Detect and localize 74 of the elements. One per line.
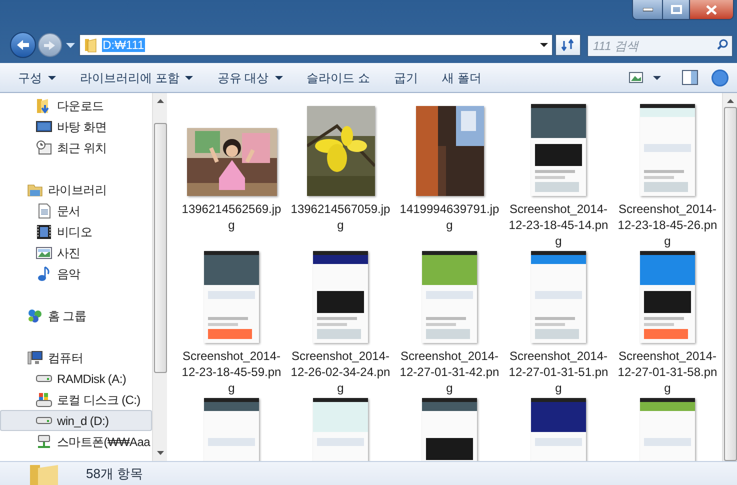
nav-item[interactable]: 로컬 디스크 (C:)	[0, 389, 152, 410]
music-note-icon	[36, 266, 52, 282]
nav-item[interactable]: 바탕 화면	[0, 116, 152, 137]
nav-item[interactable]: 음악	[0, 263, 152, 284]
nav-item[interactable]: RAMDisk (A:)	[0, 368, 152, 389]
scroll-up-icon[interactable]	[156, 99, 164, 103]
file-name[interactable]: Screenshot_2014-12-26-02-34-24.png	[290, 348, 391, 396]
close-button[interactable]	[689, 0, 733, 19]
minimize-icon	[642, 8, 652, 12]
drive-icon	[36, 417, 52, 424]
folder-icon	[84, 37, 98, 53]
nav-item[interactable]: 컴퓨터	[0, 347, 152, 368]
monitor-icon	[36, 118, 52, 134]
help-icon	[711, 68, 729, 86]
nav-item[interactable]: 문서	[0, 200, 152, 221]
maximize-button[interactable]	[662, 0, 689, 19]
film-icon	[36, 224, 52, 240]
menu-button[interactable]: 공유 대상	[209, 66, 291, 88]
file-name[interactable]: Screenshot_2014-12-27-01-31-42.png	[399, 348, 500, 396]
file-name[interactable]: 1396214562569.jpg	[181, 201, 282, 249]
toolbar-button[interactable]: 굽기	[386, 66, 426, 88]
scroll-down-icon[interactable]	[156, 451, 164, 455]
history-dropdown-icon[interactable]	[66, 42, 75, 48]
network-drive-icon	[36, 434, 52, 450]
back-arrow-icon	[16, 39, 30, 51]
file-name[interactable]: Screenshot_2014-12-23-18-45-59.png	[181, 348, 282, 396]
picture-icon	[36, 244, 52, 260]
dots-icon	[27, 308, 43, 324]
document-icon	[36, 202, 52, 218]
search-field[interactable]: 111 검색	[587, 35, 734, 57]
menu-button[interactable]: 구성	[10, 66, 64, 88]
refresh-button[interactable]	[555, 34, 582, 56]
scrollbar-thumb[interactable]	[724, 107, 736, 461]
clock-icon	[36, 140, 52, 156]
minimize-button[interactable]	[633, 0, 662, 19]
help-button[interactable]	[711, 66, 729, 88]
file-name[interactable]: Screenshot_2014-12-27-01-31-51.png	[508, 348, 609, 396]
drive-icon	[36, 392, 52, 408]
sidebar-scrollbar[interactable]	[152, 93, 167, 461]
nav-item[interactable]: 다운로드	[0, 95, 152, 116]
close-icon	[706, 4, 717, 14]
nav-item[interactable]: 홈 그룹	[0, 305, 152, 326]
maximize-icon	[670, 5, 682, 14]
caret-icon	[653, 76, 661, 80]
item-count: 58개 항목	[86, 464, 144, 483]
nav-item[interactable]: 사진	[0, 242, 152, 263]
refresh-icon	[561, 39, 576, 51]
forward-button[interactable]	[38, 33, 62, 57]
nav-item[interactable]: win_d (D:)	[0, 410, 152, 431]
search-icon	[717, 39, 728, 50]
nav-item[interactable]: 최근 위치	[0, 137, 152, 158]
scrollbar-thumb[interactable]	[154, 123, 166, 373]
toolbar-button[interactable]: 새 폴더	[434, 66, 490, 88]
toolbar-button[interactable]: 슬라이드 쇼	[298, 66, 378, 88]
file-name[interactable]: Screenshot_2014-12-23-18-45-26.png	[617, 201, 718, 249]
file-name[interactable]: Screenshot_2014-12-23-18-45-14.png	[508, 201, 609, 249]
file-name[interactable]: 1419994639791.jpg	[399, 201, 500, 249]
preview-pane-icon	[682, 70, 698, 85]
forward-arrow-icon	[43, 40, 56, 50]
picture-view-icon	[629, 72, 643, 83]
menu-button[interactable]: 라이브러리에 포함	[72, 66, 202, 88]
computer-icon	[27, 350, 43, 366]
file-name[interactable]: Screenshot_2014-12-27-01-31-58.png	[617, 348, 718, 396]
nav-item[interactable]: 스마트폰(₩₩Aaa	[0, 431, 152, 452]
dropdown-arrow-icon[interactable]	[540, 43, 548, 47]
back-button[interactable]	[10, 32, 36, 58]
file-name[interactable]: 1396214567059.jpg	[290, 201, 391, 249]
drive-icon	[36, 375, 52, 382]
nav-item[interactable]: 라이브러리	[0, 179, 152, 200]
content-scrollbar[interactable]	[722, 93, 737, 461]
folder-icon	[28, 465, 60, 485]
nav-item[interactable]: 비디오	[0, 221, 152, 242]
scroll-up-icon[interactable]	[726, 99, 734, 103]
folder-icon	[27, 182, 43, 198]
